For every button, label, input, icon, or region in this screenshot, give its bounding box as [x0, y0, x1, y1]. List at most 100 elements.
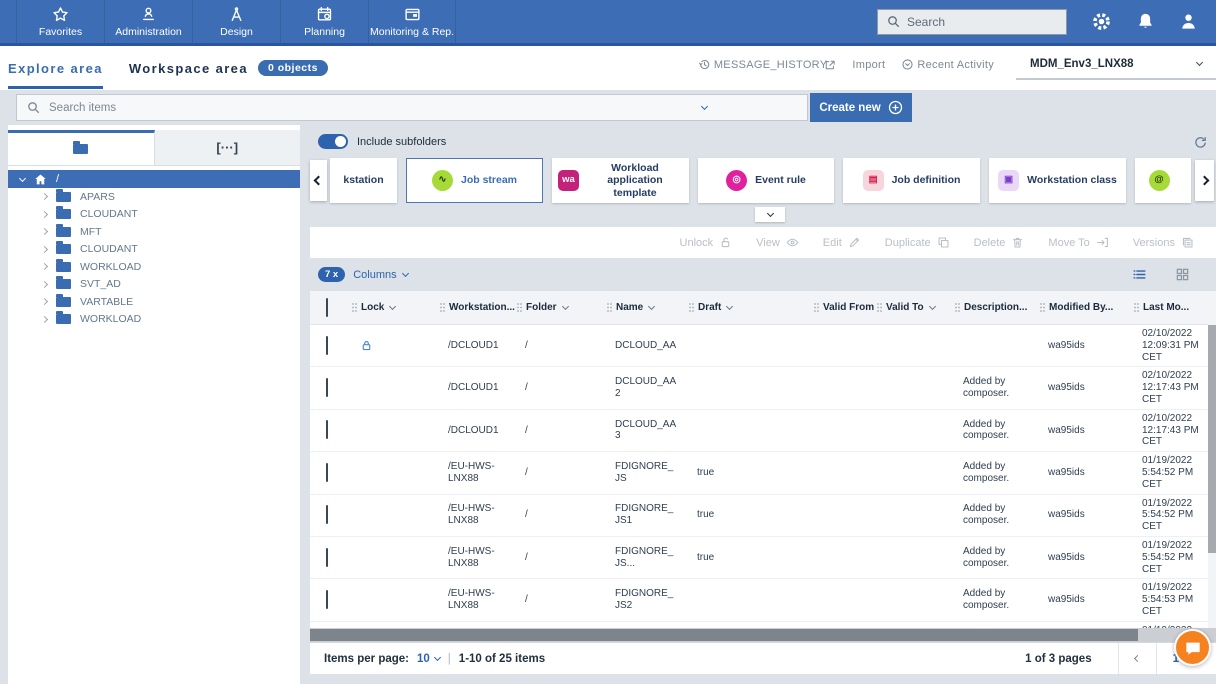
tree-root-item[interactable]: / — [8, 170, 300, 188]
tree-item[interactable]: APARS — [8, 188, 300, 206]
tree-item[interactable]: CLOUDANT — [8, 241, 300, 259]
tree-item[interactable]: MFT — [8, 223, 300, 241]
message-history-link[interactable]: MESSAGE_HISTORY — [698, 58, 837, 71]
top-nav-tab[interactable]: Monitoring & Rep... — [368, 0, 456, 43]
toolbar-action[interactable]: Move To — [1048, 236, 1108, 249]
columns-dropdown[interactable]: Columns — [353, 269, 407, 281]
table-row[interactable]: /DCLOUD1 / DCLOUD_AA wa95ids 02/10/2022 … — [310, 325, 1216, 367]
import-link[interactable]: Import — [852, 59, 885, 71]
drag-handle-icon[interactable] — [1134, 303, 1139, 312]
list-view-icon[interactable] — [1132, 267, 1147, 282]
tab-explore-area[interactable]: Explore area — [8, 61, 103, 76]
column-header[interactable]: Last Mo... — [1134, 302, 1216, 313]
drag-handle-icon[interactable] — [517, 303, 522, 312]
collapse-cards-button[interactable] — [755, 207, 785, 222]
user-icon[interactable] — [1179, 12, 1198, 31]
drag-handle-icon[interactable] — [440, 303, 445, 312]
row-checkbox[interactable] — [326, 420, 328, 439]
tab-ellipsis-view[interactable]: [···] — [155, 130, 301, 165]
columns-row: 7 x Columns — [310, 261, 1216, 288]
row-checkbox[interactable] — [326, 463, 328, 482]
top-nav-tab[interactable]: Design — [192, 0, 280, 43]
object-type-card[interactable]: kstation — [330, 158, 397, 203]
tree-item[interactable]: SVT_AD — [8, 276, 300, 294]
sort-chevron-icon[interactable] — [562, 303, 569, 310]
previous-page-button[interactable] — [1118, 643, 1156, 674]
select-all-checkbox[interactable] — [326, 298, 328, 317]
table-row[interactable]: /EU-HWS-LNX88 / FDIGNORE_JS1 true Added … — [310, 495, 1216, 537]
object-type-card[interactable]: ▤ Job definition — [843, 158, 980, 203]
table-row[interactable]: /EU-HWS-LNX88 / FDIGNORE_JS... true Adde… — [310, 537, 1216, 579]
cards-scroll-right-button[interactable] — [1195, 160, 1214, 201]
recent-activity-link[interactable]: Recent Activity — [901, 58, 994, 71]
toolbar-action[interactable]: View — [756, 236, 799, 249]
tree-item[interactable]: WORKLOAD — [8, 258, 300, 276]
column-header[interactable]: Name — [607, 302, 689, 313]
top-nav-tab[interactable]: Planning — [280, 0, 368, 43]
sort-chevron-icon[interactable] — [929, 303, 936, 310]
object-type-card[interactable]: wa Workload application template — [552, 158, 689, 203]
chat-button[interactable] — [1174, 629, 1211, 666]
toolbar-action[interactable]: Edit — [823, 236, 861, 249]
include-subfolders-toggle[interactable] — [318, 134, 348, 149]
cell-last-modified: 01/19/2022 5:54:52 PM CET — [1134, 495, 1216, 536]
sort-chevron-icon[interactable] — [726, 303, 733, 310]
tree-item[interactable]: CLOUDANT — [8, 206, 300, 224]
object-type-card[interactable]: ◎ Event rule — [698, 158, 834, 203]
tree-item[interactable]: VARTABLE — [8, 293, 300, 311]
column-header[interactable]: Draft — [689, 302, 814, 313]
grid-view-icon[interactable] — [1175, 267, 1190, 282]
table-vertical-scrollbar[interactable] — [1208, 291, 1216, 628]
column-header[interactable]: Valid To — [877, 302, 955, 313]
column-header[interactable]: Modified By... — [1040, 302, 1134, 313]
drag-handle-icon[interactable] — [689, 303, 694, 312]
toolbar-action[interactable]: Unlock — [680, 236, 733, 249]
sort-chevron-icon[interactable] — [648, 303, 655, 310]
object-type-card[interactable]: ∿ Job stream — [406, 158, 543, 203]
row-checkbox[interactable] — [326, 336, 328, 355]
gear-icon[interactable] — [1091, 11, 1112, 32]
scrollbar-thumb[interactable] — [310, 629, 1138, 641]
bell-icon[interactable] — [1136, 12, 1155, 31]
table-row[interactable]: /DCLOUD1 / DCLOUD_AA2 Added by composer.… — [310, 367, 1216, 409]
tab-workspace-area[interactable]: Workspace area 0 objects — [129, 60, 328, 76]
drag-handle-icon[interactable] — [1040, 303, 1045, 312]
row-checkbox[interactable] — [326, 505, 328, 524]
object-type-card[interactable]: @ — [1135, 158, 1191, 203]
drag-handle-icon[interactable] — [607, 303, 612, 312]
row-checkbox[interactable] — [326, 548, 328, 567]
table-row[interactable]: /EU-HWS-LNX88 / FDIGNORE_JS true Added b… — [310, 452, 1216, 494]
toolbar-action[interactable]: Delete — [974, 236, 1025, 249]
drag-handle-icon[interactable] — [877, 303, 882, 312]
global-search-input[interactable]: Search — [877, 9, 1067, 35]
column-header[interactable]: Folder — [517, 302, 607, 313]
column-header[interactable]: Valid From — [814, 302, 877, 313]
top-nav-tab[interactable]: Administration — [104, 0, 192, 43]
toolbar-action[interactable]: Duplicate — [885, 236, 950, 249]
search-filter-chevron-icon[interactable] — [701, 103, 708, 110]
row-checkbox[interactable] — [326, 378, 328, 397]
object-type-card[interactable]: ▣ Workstation class — [989, 158, 1126, 203]
create-new-button[interactable]: Create new — [810, 93, 912, 122]
cards-scroll-left-button[interactable] — [310, 160, 327, 201]
drag-handle-icon[interactable] — [352, 303, 357, 312]
search-items-input[interactable]: Search items — [16, 94, 808, 121]
refresh-icon[interactable] — [1193, 135, 1208, 150]
environment-select[interactable]: MDM_Env3_LNX88 — [1016, 49, 1216, 80]
table-row[interactable]: /DCLOUD1 / DCLOUD_AA3 Added by composer.… — [310, 410, 1216, 452]
table-row[interactable]: /EU-HWS-LNX88 / FDIGNORE_JS2 Added by co… — [310, 579, 1216, 621]
page-size-select[interactable]: 10 — [417, 653, 440, 665]
toolbar-action[interactable]: Versions — [1133, 236, 1194, 249]
column-header[interactable]: Lock — [352, 302, 440, 313]
top-nav-tab[interactable]: Favorites — [16, 0, 104, 43]
row-checkbox[interactable] — [326, 590, 328, 609]
sort-chevron-icon[interactable] — [389, 303, 396, 310]
column-header[interactable]: Description... — [955, 302, 1040, 313]
table-horizontal-scrollbar[interactable] — [310, 628, 1216, 642]
tree-item[interactable]: WORKLOAD — [8, 311, 300, 329]
scrollbar-thumb[interactable] — [1208, 325, 1216, 553]
drag-handle-icon[interactable] — [814, 303, 819, 312]
tab-folder-view[interactable] — [8, 130, 155, 165]
column-header[interactable]: Workstation... — [440, 302, 517, 313]
drag-handle-icon[interactable] — [955, 303, 960, 312]
